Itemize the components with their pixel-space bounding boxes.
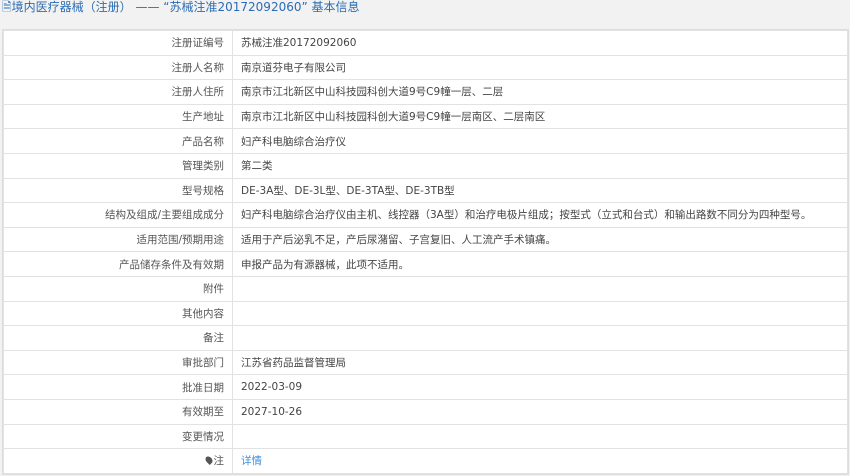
field-value: 南京道芬电子有限公司 [232, 54, 848, 81]
field-value: 2022-03-09 [232, 374, 848, 400]
field-label: 产品名称 [3, 128, 233, 154]
info-table-container: 注册证编号 苏械注准20172092060 注册人名称 南京道芬电子有限公司 注册人住所… [2, 29, 849, 475]
field-value: 适用于产后泌乳不足，产后尿潴留、子宫复旧、人工流产手术镇痛。 [232, 226, 848, 253]
field-label: 变更情况 [3, 423, 233, 450]
table-row: 其他内容 [3, 300, 848, 327]
field-label: 注册证编号 [3, 30, 233, 56]
table-row: 备注 [3, 325, 848, 351]
field-label: 有效期至 [3, 398, 233, 425]
field-label: 其他内容 [3, 300, 233, 327]
table-row: 变更情况 [3, 423, 848, 450]
field-label: 结构及组成/主要组成成分 [3, 202, 233, 228]
field-value: 南京市江北新区中山科技园科创大道9号C9幢一层南区、二层南区 [232, 103, 848, 130]
table-row: 审批部门 江苏省药品监督管理局 [3, 349, 848, 376]
pin-icon [203, 455, 214, 466]
details-link[interactable]: 详情 [241, 455, 262, 467]
table-row: 生产地址 南京市江北新区中山科技园科创大道9号C9幢一层南区、二层南区 [3, 103, 848, 130]
field-value [232, 325, 848, 351]
table-row: 有效期至 2027-10-26 [3, 398, 848, 425]
field-value: 申报产品为有源器械，此项不适用。 [232, 251, 848, 277]
table-row: 附件 [3, 275, 848, 302]
field-label: 生产地址 [3, 103, 233, 130]
field-label: 产品储存条件及有效期 [3, 251, 233, 277]
field-label: 备注 [3, 325, 233, 351]
field-value: 第二类 [232, 152, 848, 179]
table-row: 结构及组成/主要组成成分 妇产科电脑综合治疗仪由主机、线控器（3A型）和治疗电极片… [3, 202, 848, 228]
table-row: 注 详情 [3, 448, 848, 474]
table-row: 型号规格 DE-3A型、DE-3L型、DE-3TA型、DE-3TB型 [3, 177, 848, 204]
field-label: 管理类别 [3, 152, 233, 179]
field-value: 江苏省药品监督管理局 [232, 349, 848, 376]
field-label: 注 [3, 448, 233, 474]
field-value: 妇产科电脑综合治疗仪由主机、线控器（3A型）和治疗电极片组成；按型式（立式和台式… [232, 202, 848, 228]
field-label: 注册人名称 [3, 54, 233, 81]
field-value: 妇产科电脑综合治疗仪 [232, 128, 848, 154]
field-value: DE-3A型、DE-3L型、DE-3TA型、DE-3TB型 [232, 177, 848, 204]
field-value [232, 275, 848, 302]
table-row: 产品名称 妇产科电脑综合治疗仪 [3, 128, 848, 154]
table-row: 注册人住所 南京市江北新区中山科技园科创大道9号C9幢一层、二层 [3, 79, 848, 105]
table-row: 管理类别 第二类 [3, 152, 848, 179]
field-label: 审批部门 [3, 349, 233, 376]
table-row: 产品储存条件及有效期 申报产品为有源器械，此项不适用。 [3, 251, 848, 277]
field-value: 南京市江北新区中山科技园科创大道9号C9幢一层、二层 [232, 79, 848, 105]
field-label: 适用范围/预期用途 [3, 226, 233, 253]
field-value [232, 423, 848, 450]
field-value: 苏械注准20172092060 [232, 30, 848, 56]
table-row: 适用范围/预期用途 适用于产后泌乳不足，产后尿潴留、子宫复旧、人工流产手术镇痛。 [3, 226, 848, 253]
field-label: 批准日期 [3, 374, 233, 400]
table-row: 注册人名称 南京道芬电子有限公司 [3, 54, 848, 81]
field-value [232, 300, 848, 327]
table-row: 批准日期 2022-03-09 [3, 374, 848, 400]
field-label: 注册人住所 [3, 79, 233, 105]
page-title: 境内医疗器械（注册） —— “苏械注准20172092060” 基本信息 [11, 0, 360, 14]
info-table: 注册证编号 苏械注准20172092060 注册人名称 南京道芬电子有限公司 注册人住所… [3, 30, 848, 474]
document-icon: 🗎 [2, 0, 12, 14]
table-row: 注册证编号 苏械注准20172092060 [3, 30, 848, 56]
field-value: 详情 [232, 448, 848, 474]
page-header: 🗎境内医疗器械（注册） —— “苏械注准20172092060” 基本信息 [0, 0, 850, 20]
field-label: 型号规格 [3, 177, 233, 204]
field-value: 2027-10-26 [232, 398, 848, 425]
note-label: 注 [213, 455, 225, 468]
field-label: 附件 [3, 275, 233, 302]
